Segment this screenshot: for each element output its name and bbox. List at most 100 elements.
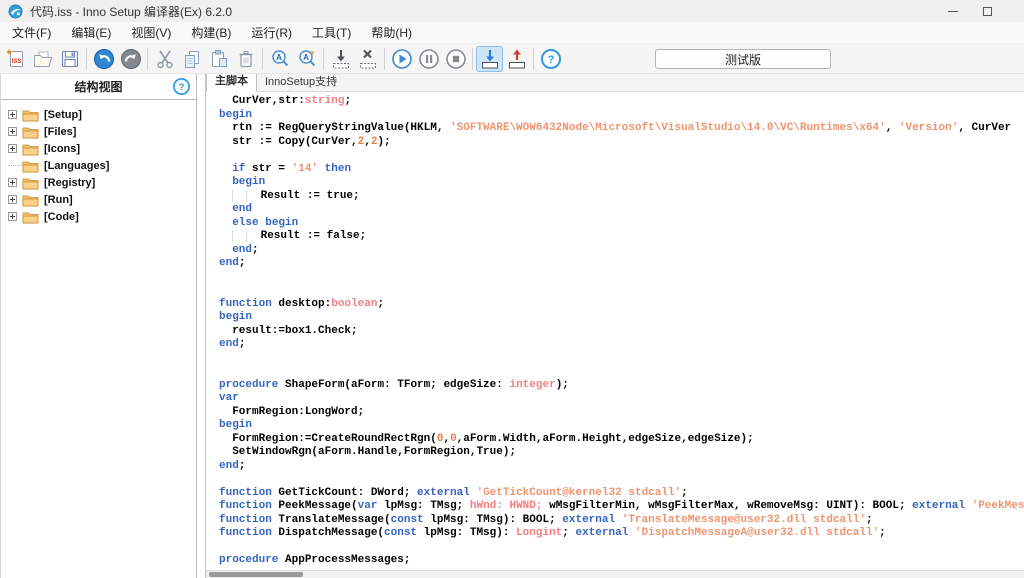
export-button[interactable] [503, 46, 530, 72]
stop-button[interactable] [442, 46, 469, 72]
tree-item-label: [Icons] [44, 143, 80, 155]
tree-item-code[interactable]: [Code] [1, 208, 196, 225]
folder-icon [22, 142, 39, 156]
compile-icon [329, 47, 353, 71]
menu-item[interactable]: 帮助(H) [361, 22, 422, 44]
expand-plus-icon[interactable] [8, 127, 17, 136]
tree-item-registry[interactable]: [Registry] [1, 174, 196, 191]
tree-item-icons[interactable]: [Icons] [1, 140, 196, 157]
stop-compile-button[interactable] [354, 46, 381, 72]
new-script-icon: ISS [5, 48, 27, 70]
cut-button[interactable] [151, 46, 178, 72]
tree-item-files[interactable]: [Files] [1, 123, 196, 140]
toolbar-separator [262, 48, 263, 70]
main-area: 结构视图 ? [Setup] [Files] [Icons] [Language… [0, 74, 1024, 578]
undo-icon [92, 47, 116, 71]
code-editor[interactable]: CurVer,str:string;begin rtn := RegQueryS… [206, 92, 1024, 570]
find-icon: A [269, 48, 291, 70]
expand-plus-icon[interactable] [8, 110, 17, 119]
import-button[interactable] [476, 46, 503, 72]
menu-item[interactable]: 文件(F) [2, 22, 61, 44]
menu-item[interactable]: 工具(T) [302, 22, 361, 44]
structure-tree: [Setup] [Files] [Icons] [Languages] [Reg… [1, 99, 196, 578]
expand-plus-icon[interactable] [8, 144, 17, 153]
run-icon [390, 47, 414, 71]
folder-icon [22, 176, 39, 190]
delete-button[interactable] [232, 46, 259, 72]
undo-button[interactable] [90, 46, 117, 72]
folder-icon [22, 125, 39, 139]
code-line: begin [219, 419, 1024, 433]
menu-item[interactable]: 编辑(E) [61, 22, 121, 44]
sidebar-header: 结构视图 ? [1, 74, 196, 99]
maximize-button[interactable] [970, 0, 1004, 22]
menu-item[interactable]: 构建(B) [181, 22, 241, 44]
code-line: end; [219, 460, 1024, 474]
code-line: function PeekMessage(var lpMsg: TMsg; hW… [219, 500, 1024, 514]
open-button[interactable] [29, 46, 56, 72]
code-line: end; [219, 244, 1024, 258]
toolbar-separator [323, 48, 324, 70]
replace-button[interactable]: A [293, 46, 320, 72]
code-line: begin [219, 176, 1024, 190]
code-line: var [219, 392, 1024, 406]
sidebar-help-icon[interactable]: ? [172, 77, 191, 96]
tree-item-setup[interactable]: [Setup] [1, 106, 196, 123]
code-line: SetWindowRgn(aForm.Handle,FormRegion,Tru… [219, 446, 1024, 460]
tree-item-label: [Languages] [44, 160, 109, 172]
tree-item-label: [Files] [44, 126, 76, 138]
redo-button[interactable] [117, 46, 144, 72]
code-line: end; [219, 257, 1024, 271]
editor-tab-bar: 主脚本InnoSetup支持 [206, 74, 1024, 92]
save-icon [59, 48, 81, 70]
code-line [219, 352, 1024, 366]
expand-plus-icon[interactable] [8, 212, 17, 221]
delete-icon [235, 48, 257, 70]
app-window: 代码.iss - Inno Setup 编译器(Ex) 6.2.0 文件(F)编… [0, 0, 1024, 578]
horizontal-scrollbar-thumb[interactable] [209, 572, 303, 577]
test-version-button[interactable]: 测试版 [655, 49, 831, 69]
code-line: str := Copy(CurVer,2,2); [219, 136, 1024, 150]
expand-plus-icon[interactable] [8, 178, 17, 187]
editor-panel: 主脚本InnoSetup支持 CurVer,str:string;begin r… [205, 74, 1024, 578]
code-line: end [219, 203, 1024, 217]
paste-button[interactable] [205, 46, 232, 72]
tree-connector [8, 165, 22, 166]
toolbar-separator [472, 48, 473, 70]
code-line: rtn := RegQueryStringValue(HKLM, 'SOFTWA… [219, 122, 1024, 136]
copy-button[interactable] [178, 46, 205, 72]
paste-icon [208, 48, 230, 70]
tab-InnoSetup支持[interactable]: InnoSetup支持 [257, 71, 345, 92]
find-button[interactable]: A [266, 46, 293, 72]
run-button[interactable] [388, 46, 415, 72]
sidebar-title: 结构视图 [74, 78, 122, 95]
pause-button[interactable] [415, 46, 442, 72]
compile-button[interactable] [327, 46, 354, 72]
toolbar-separator [147, 48, 148, 70]
new-script-button[interactable]: ISS [2, 46, 29, 72]
menu-bar: 文件(F)编辑(E)视图(V)构建(B)运行(R)工具(T)帮助(H) [0, 22, 1024, 44]
code-line: FormRegion:=CreateRoundRectRgn(0,0,aForm… [219, 433, 1024, 447]
toolbar-separator [384, 48, 385, 70]
horizontal-scrollbar[interactable] [206, 570, 1024, 578]
expand-plus-icon[interactable] [8, 195, 17, 204]
tree-item-label: [Registry] [44, 177, 95, 189]
svg-text:A: A [276, 53, 282, 62]
structure-sidebar: 结构视图 ? [Setup] [Files] [Icons] [Language… [0, 74, 197, 578]
app-logo-icon [8, 4, 23, 19]
toolbar-separator [86, 48, 87, 70]
code-line: function desktop:boolean; [219, 298, 1024, 312]
menu-item[interactable]: 运行(R) [241, 22, 302, 44]
tree-item-languages[interactable]: [Languages] [1, 157, 196, 174]
save-button[interactable] [56, 46, 83, 72]
code-line: function TranslateMessage(const lpMsg: T… [219, 514, 1024, 528]
help-icon: ? [539, 47, 563, 71]
code-line [219, 284, 1024, 298]
import-icon [478, 47, 502, 71]
help-button[interactable]: ? [537, 46, 564, 72]
pause-icon [417, 47, 441, 71]
svg-text:?: ? [547, 54, 554, 66]
tree-item-run[interactable]: [Run] [1, 191, 196, 208]
menu-item[interactable]: 视图(V) [121, 22, 181, 44]
minimize-button[interactable] [936, 0, 970, 22]
